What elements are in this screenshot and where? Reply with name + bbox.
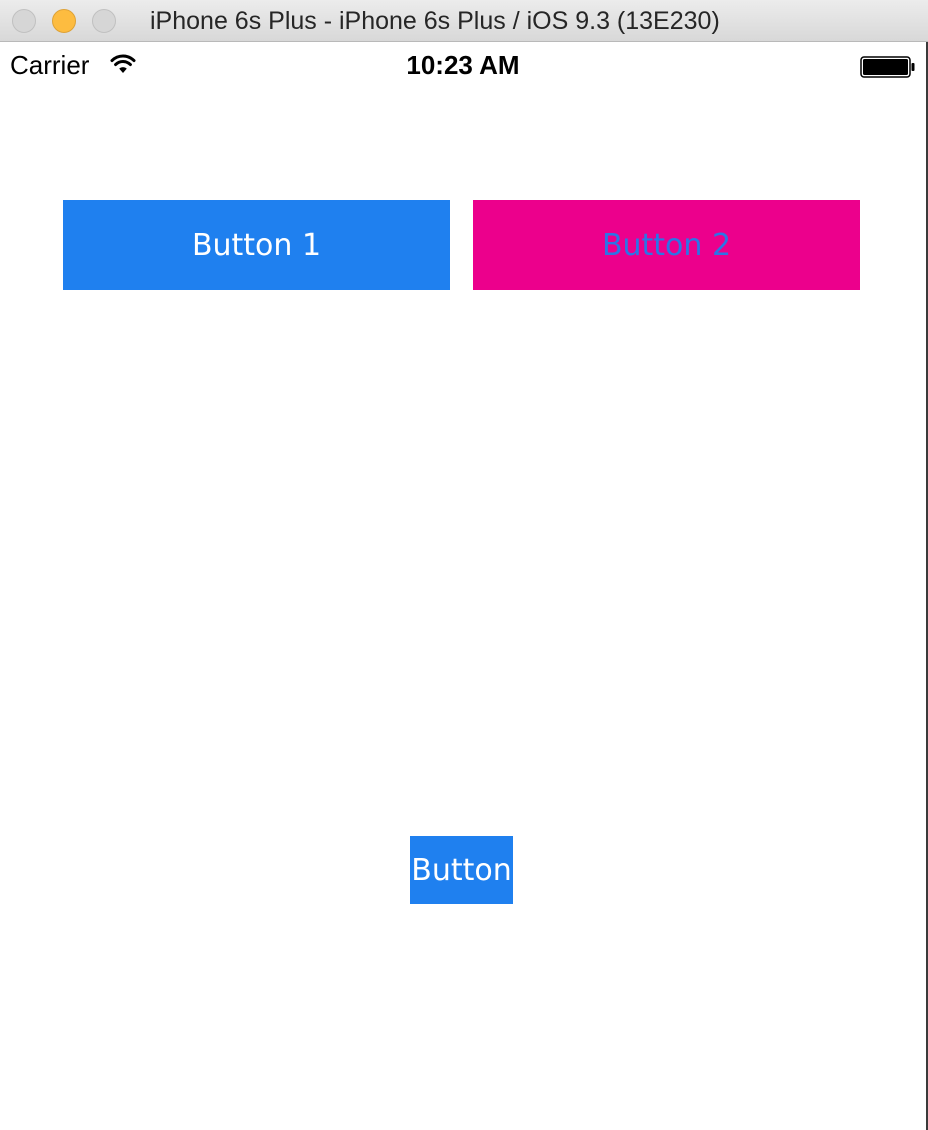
battery-icon: [860, 56, 916, 78]
button-1-label: Button 1: [191, 227, 322, 263]
zoom-window-button[interactable]: [92, 9, 116, 33]
ios-status-bar: Carrier 10:23 AM: [0, 42, 926, 88]
minimize-window-button[interactable]: [52, 9, 76, 33]
button-3-label: Button: [411, 852, 512, 888]
button-2-label: Button 2: [601, 227, 732, 263]
button-3[interactable]: Button: [410, 836, 513, 904]
window-title: iPhone 6s Plus - iPhone 6s Plus / iOS 9.…: [150, 7, 720, 35]
simulator-window: iPhone 6s Plus - iPhone 6s Plus / iOS 9.…: [0, 0, 928, 1130]
button-2[interactable]: Button 2: [473, 200, 860, 290]
status-time: 10:23 AM: [406, 50, 520, 80]
button-1[interactable]: Button 1: [63, 200, 450, 290]
title-bar: iPhone 6s Plus - iPhone 6s Plus / iOS 9.…: [0, 0, 928, 42]
close-window-button[interactable]: [12, 9, 36, 33]
